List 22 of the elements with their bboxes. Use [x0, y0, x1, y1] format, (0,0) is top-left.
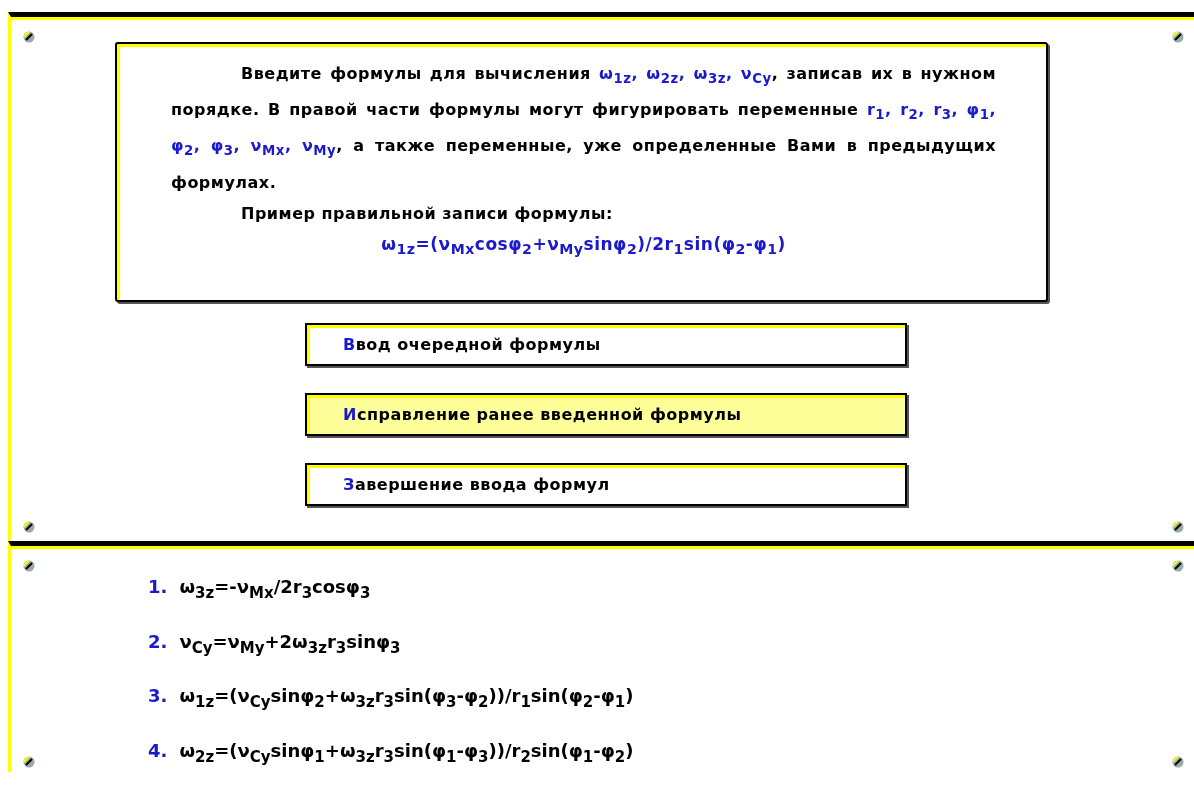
formula-text: ω$_{2z}$=(ν$_{Cy}$sinφ$_{1}$+ω$_{3z}$r$_{3}$sin(φ$_{1}$-φ$_{3}$))/r$_{2}$sin(φ$_{1}$-φ$_{2}$): [179, 738, 634, 768]
screw-icon: [1172, 31, 1184, 43]
instruction-text: Пример правильной записи формулы:: [240, 202, 614, 225]
screw-icon: [23, 756, 35, 768]
screw-icon: [1172, 560, 1184, 572]
formula-text: ω$_{1z}$=(ν$_{Cy}$sinφ$_{2}$+ω$_{3z}$r$_{3}$sin(φ$_{3}$-φ$_{2}$))/r$_{1}$sin(φ$_{2}$-φ$_{1}$): [179, 684, 634, 713]
menu-button[interactable]: Завершение ввода формул: [305, 463, 907, 506]
formula-number: 1.: [148, 575, 168, 599]
screw-icon: [23, 560, 35, 572]
formula-number: 4.: [148, 738, 168, 763]
formula-text: ω$_{3z}$=-ν$_{Mx}$/2r$_{3}$cosφ$_{3}$: [179, 575, 371, 604]
instruction-text: Введите формулы для вычисления ω$_{1z}$, ω$_{2z}$, ω$_{3z}$, ν$_{Cy}$, записав их в нужном порядке. В правой части формулы могут фигурировать переменные r$_{1}$, r$_{2}$, r$_{3}$, φ$_{1}$, φ$_{2}$, φ$_{3}$, ν$_{Mx}$, ν$_{My}$, а также переменные, уже определенные Вами в предыдущих формулах.: [171, 63, 996, 194]
menu-button[interactable]: Ввод очередной формулы: [305, 323, 907, 366]
formula-number: 2.: [148, 629, 168, 654]
screw-icon: [23, 31, 35, 43]
formula-text: ν$_{Cy}$=ν$_{My}$+2ω$_{3z}$r$_{3}$sinφ$_{3}$: [179, 629, 401, 659]
screw-icon: [23, 521, 35, 533]
screw-icon: [1172, 756, 1184, 768]
formula-number: 3.: [148, 684, 168, 709]
menu-button[interactable]: Исправление ранее введенной формулы: [305, 393, 907, 436]
screw-icon: [1172, 521, 1184, 533]
example-formula: ω$_{1z}$=(ν$_{Mx}$cosφ$_{2}$+ν$_{My}$sinφ$_{2}$)/2r$_{1}$sin(φ$_{2}$-φ$_{1}$): [380, 232, 787, 259]
